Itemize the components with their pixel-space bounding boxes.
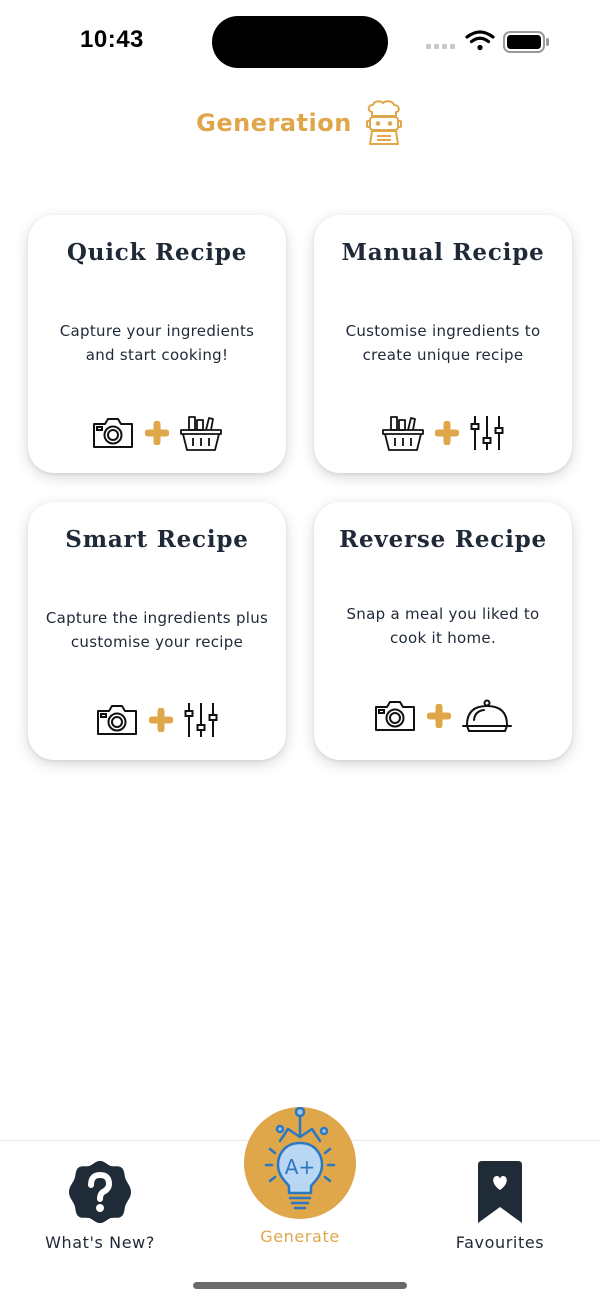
signal-icon xyxy=(426,44,455,49)
cloche-icon xyxy=(462,699,512,732)
card-title: Quick Recipe xyxy=(66,239,248,266)
battery-icon xyxy=(503,31,549,53)
dynamic-island xyxy=(212,16,388,68)
home-indicator xyxy=(193,1282,407,1289)
card-description-line: customise your recipe xyxy=(70,633,244,651)
smart-recipe-card[interactable]: Smart Recipe Capture the ingredients plu… xyxy=(28,502,286,760)
plus-icon xyxy=(149,708,173,732)
nav-label: What's New? xyxy=(45,1233,155,1252)
camera-icon xyxy=(375,701,415,731)
card-description-line: Snap a meal you liked to xyxy=(346,605,540,623)
status-time: 10:43 xyxy=(80,26,144,53)
camera-icon xyxy=(93,418,133,448)
bottom-nav: What's New? A+ Generate Favourites xyxy=(0,1107,600,1300)
basket-icon xyxy=(382,416,424,451)
plus-icon xyxy=(145,421,169,445)
quick-recipe-card[interactable]: Quick Recipe Capture your ingredients an… xyxy=(28,215,286,473)
card-title: Manual Recipe xyxy=(341,239,545,266)
reverse-recipe-card[interactable]: Reverse Recipe Snap a meal you liked to … xyxy=(314,502,572,760)
card-icons xyxy=(28,698,286,742)
question-badge-icon xyxy=(69,1161,131,1223)
plus-icon xyxy=(427,704,451,728)
card-description: Customise ingredients to create unique r… xyxy=(322,319,564,367)
sliders-icon xyxy=(470,416,504,450)
bookmark-heart-icon xyxy=(478,1161,522,1223)
lightbulb-grade-icon: A+ xyxy=(264,1107,336,1210)
card-description-line: Capture the ingredients plus xyxy=(45,609,269,627)
card-description-line: Capture your ingredients xyxy=(59,322,255,340)
card-title: Reverse Recipe xyxy=(339,526,547,553)
card-description-line: Customise ingredients to xyxy=(345,322,541,340)
card-description-line: create unique recipe xyxy=(362,346,524,364)
plus-icon xyxy=(435,421,459,445)
chef-robot-icon xyxy=(365,100,402,145)
card-description: Capture the ingredients plus customise y… xyxy=(36,606,278,654)
card-description-line: and start cooking! xyxy=(85,346,229,364)
grade-badge-text: A+ xyxy=(285,1155,315,1179)
page-header: Generation xyxy=(0,98,600,148)
card-description: Capture your ingredients and start cooki… xyxy=(36,319,278,367)
nav-label: Generate xyxy=(260,1227,340,1246)
status-bar: 10:43 xyxy=(0,0,600,80)
card-title: Smart Recipe xyxy=(65,526,249,553)
card-description-line: cook it home. xyxy=(389,629,497,647)
page-title: Generation xyxy=(196,109,352,137)
sliders-icon xyxy=(184,703,218,737)
basket-icon xyxy=(180,416,222,451)
status-icons xyxy=(426,30,549,53)
nav-generate[interactable]: A+ Generate xyxy=(230,1107,370,1246)
card-icons xyxy=(314,694,572,738)
nav-label: Favourites xyxy=(455,1233,545,1252)
nav-whats-new[interactable]: What's New? xyxy=(20,1153,180,1252)
generate-button[interactable]: A+ xyxy=(244,1107,356,1219)
nav-favourites[interactable]: Favourites xyxy=(420,1153,580,1252)
manual-recipe-card[interactable]: Manual Recipe Customise ingredients to c… xyxy=(314,215,572,473)
card-description: Snap a meal you liked to cook it home. xyxy=(322,602,564,650)
card-icons xyxy=(314,411,572,455)
camera-icon xyxy=(97,705,137,735)
card-icons xyxy=(28,411,286,455)
wifi-icon xyxy=(465,30,495,51)
